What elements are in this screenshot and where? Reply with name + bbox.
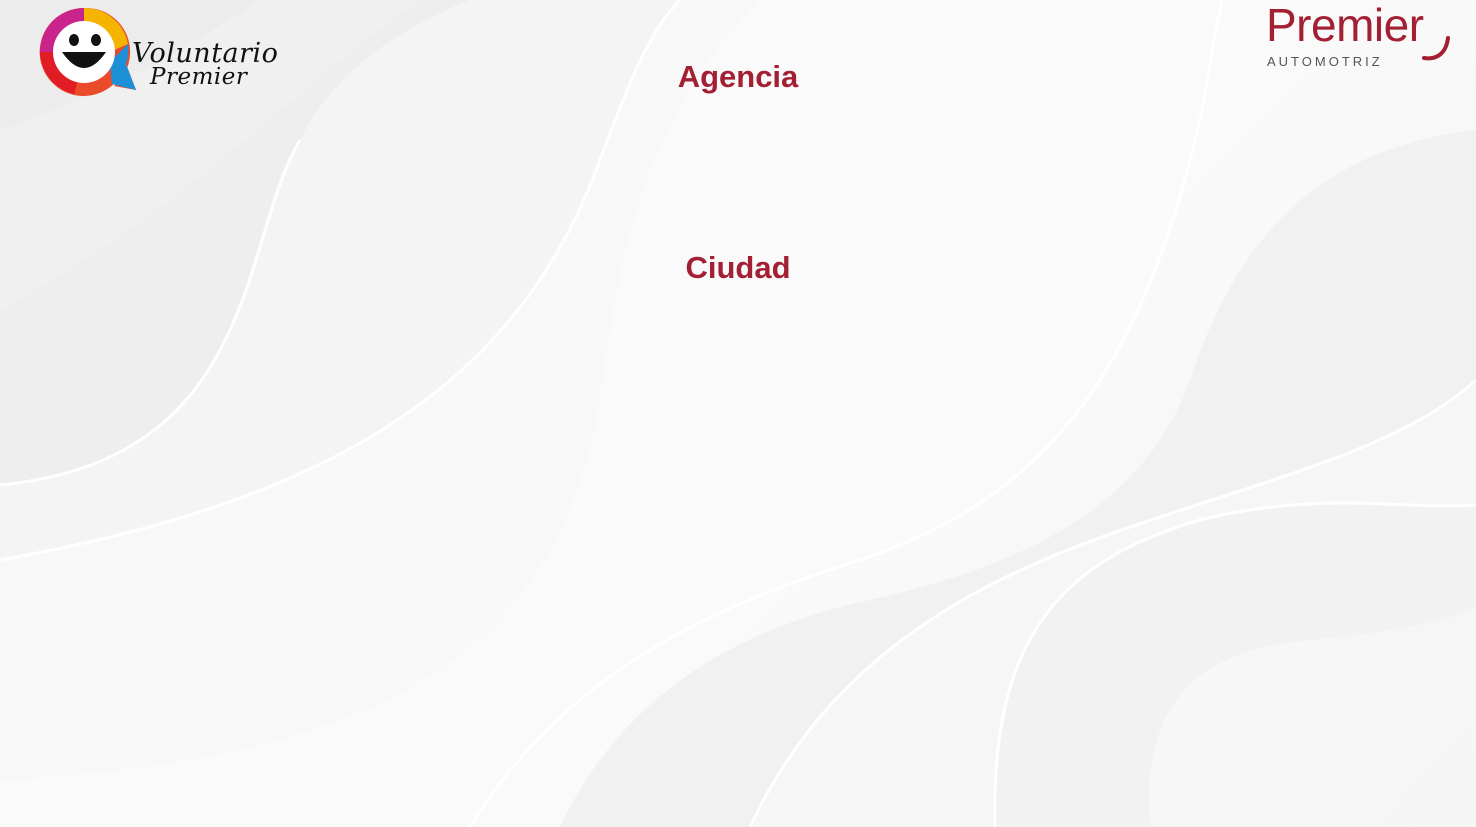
slide-page: Voluntario Premier Premier AUTOMOTRIZ Ag… xyxy=(0,0,1476,827)
brand-name: Premier xyxy=(1266,0,1424,51)
heading-ciudad: Ciudad xyxy=(685,250,791,285)
background-waves xyxy=(0,0,1476,827)
heading-agencia: Agencia xyxy=(677,59,799,94)
brand-swoosh-icon xyxy=(1422,36,1450,61)
